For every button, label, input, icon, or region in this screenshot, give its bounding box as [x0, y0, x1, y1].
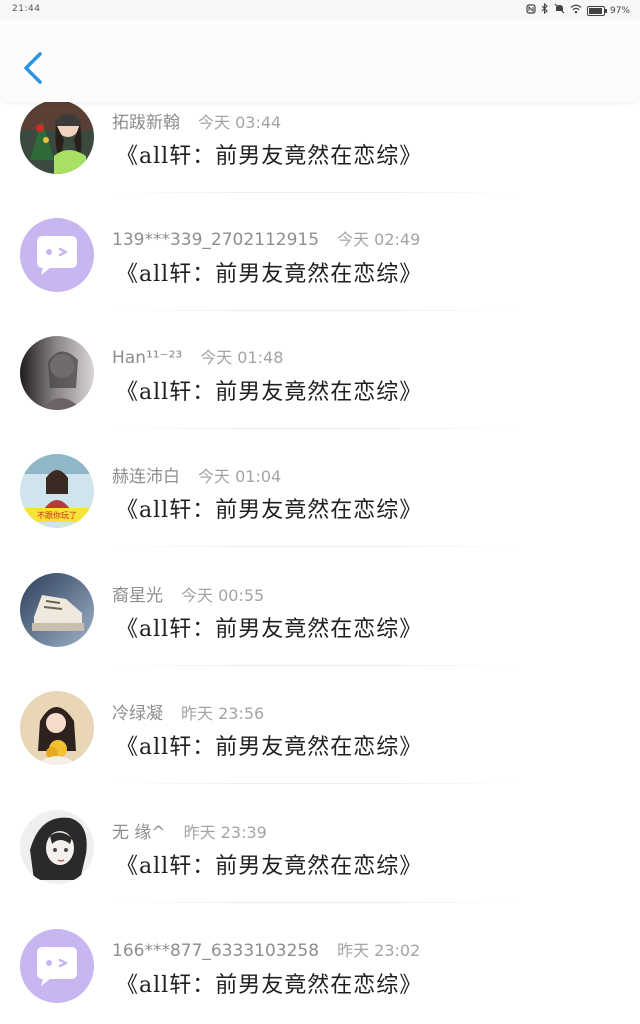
comment-text: 《all轩：前男友竟然在恋综》	[116, 617, 423, 642]
comment-text: 《all轩：前男友竟然在恋综》	[116, 973, 423, 998]
avatar[interactable]	[20, 929, 94, 1003]
username[interactable]: 裔星光	[112, 581, 163, 606]
username[interactable]: 冷绿凝	[112, 699, 163, 724]
avatar[interactable]	[20, 218, 94, 292]
battery-icon	[586, 5, 607, 16]
chat-bubble-icon	[20, 218, 94, 292]
comment-item[interactable]: 冷绿凝 昨天 23:56 《all轩：前男友竟然在恋综》	[0, 691, 640, 809]
avatar-photo-sneaker	[20, 573, 94, 647]
comment-meta: 冷绿凝 昨天 23:56	[112, 699, 264, 724]
comment-item[interactable]: Han¹¹⁻²³ 今天 01:48 《all轩：前男友竟然在恋综》	[0, 336, 640, 454]
comment-meta: 166***877_6333103258 昨天 23:02	[112, 937, 420, 961]
comment-meta: 无 缘^ 昨天 23:39	[112, 818, 267, 843]
divider	[116, 428, 516, 429]
timestamp: 今天 00:55	[181, 586, 265, 605]
avatar[interactable]	[20, 810, 94, 884]
comment-text: 《all轩：前男友竟然在恋综》	[116, 380, 423, 405]
avatar[interactable]	[20, 573, 94, 647]
comment-text: 《all轩：前男友竟然在恋综》	[116, 854, 423, 879]
username[interactable]: 166***877_6333103258	[112, 941, 319, 961]
timestamp: 今天 02:49	[337, 230, 421, 249]
comment-item[interactable]: 不跟你玩了 赫连沛白 今天 01:04 《all轩：前男友竟然在恋综》	[0, 454, 640, 572]
divider	[116, 665, 516, 666]
comment-meta: 赫连沛白 今天 01:04	[112, 462, 281, 487]
divider	[116, 902, 516, 903]
username[interactable]: 139***339_2702112915	[112, 230, 319, 250]
avatar-photo-christmas	[20, 100, 94, 174]
avatar-photo-anime-sketch	[20, 810, 94, 884]
username[interactable]: Han¹¹⁻²³	[112, 348, 182, 368]
username[interactable]: 赫连沛白	[112, 462, 180, 487]
wifi-icon	[570, 4, 582, 18]
battery-level: 97%	[609, 5, 630, 16]
comment-meta: 拓跋新翰 今天 03:44	[112, 108, 281, 133]
comment-item[interactable]: 拓跋新翰 今天 03:44 《all轩：前男友竟然在恋综》	[0, 100, 640, 218]
status-time: 21:44	[12, 4, 41, 14]
comment-text: 《all轩：前男友竟然在恋综》	[116, 498, 423, 523]
username[interactable]: 无 缘^	[112, 818, 166, 843]
comment-item[interactable]: 139***339_2702112915 今天 02:49 《all轩：前男友竟…	[0, 218, 640, 336]
avatar-photo-girl-flowers	[20, 691, 94, 765]
comment-item[interactable]: 裔星光 今天 00:55 《all轩：前男友竟然在恋综》	[0, 573, 640, 691]
timestamp: 今天 01:04	[198, 467, 282, 486]
comment-text: 《all轩：前男友竟然在恋综》	[116, 735, 423, 760]
bluetooth-icon	[541, 2, 549, 18]
avatar[interactable]	[20, 691, 94, 765]
comment-meta: 139***339_2702112915 今天 02:49	[112, 226, 420, 250]
chat-bubble-icon	[20, 929, 94, 1003]
username[interactable]: 拓跋新翰	[112, 108, 180, 133]
comment-item[interactable]: 166***877_6333103258 昨天 23:02 《all轩：前男友竟…	[0, 929, 640, 1024]
comment-meta: 裔星光 今天 00:55	[112, 581, 264, 606]
avatar[interactable]	[20, 100, 94, 174]
divider	[116, 192, 516, 193]
comment-item[interactable]: 无 缘^ 昨天 23:39 《all轩：前男友竟然在恋综》	[0, 810, 640, 928]
timestamp: 今天 01:48	[200, 348, 284, 367]
avatar[interactable]: 不跟你玩了	[20, 454, 94, 528]
comment-text: 《all轩：前男友竟然在恋综》	[116, 262, 423, 287]
top-header	[0, 20, 640, 102]
mute-icon	[554, 3, 565, 18]
comment-meta: Han¹¹⁻²³ 今天 01:48	[112, 344, 283, 368]
avatar[interactable]	[20, 336, 94, 410]
back-button[interactable]	[14, 48, 54, 88]
svg-text:不跟你玩了: 不跟你玩了	[37, 510, 77, 520]
timestamp: 昨天 23:56	[181, 704, 265, 723]
nfc-icon	[526, 3, 536, 18]
timestamp: 昨天 23:02	[337, 941, 421, 960]
divider	[116, 310, 516, 311]
divider	[116, 546, 516, 547]
timestamp: 今天 03:44	[198, 113, 282, 132]
status-icons: 97%	[526, 2, 630, 18]
divider	[116, 783, 516, 784]
chevron-left-icon	[24, 52, 42, 84]
comment-list-screen: 拓跋新翰 今天 03:44 《all轩：前男友竟然在恋综》 139***339_…	[0, 0, 640, 1024]
status-bar: 21:44 97%	[0, 0, 640, 20]
timestamp: 昨天 23:39	[183, 823, 267, 842]
avatar-photo-meme-girl: 不跟你玩了	[20, 454, 94, 528]
comment-text: 《all轩：前男友竟然在恋综》	[116, 144, 423, 169]
avatar-photo-gray-girl	[20, 336, 94, 410]
